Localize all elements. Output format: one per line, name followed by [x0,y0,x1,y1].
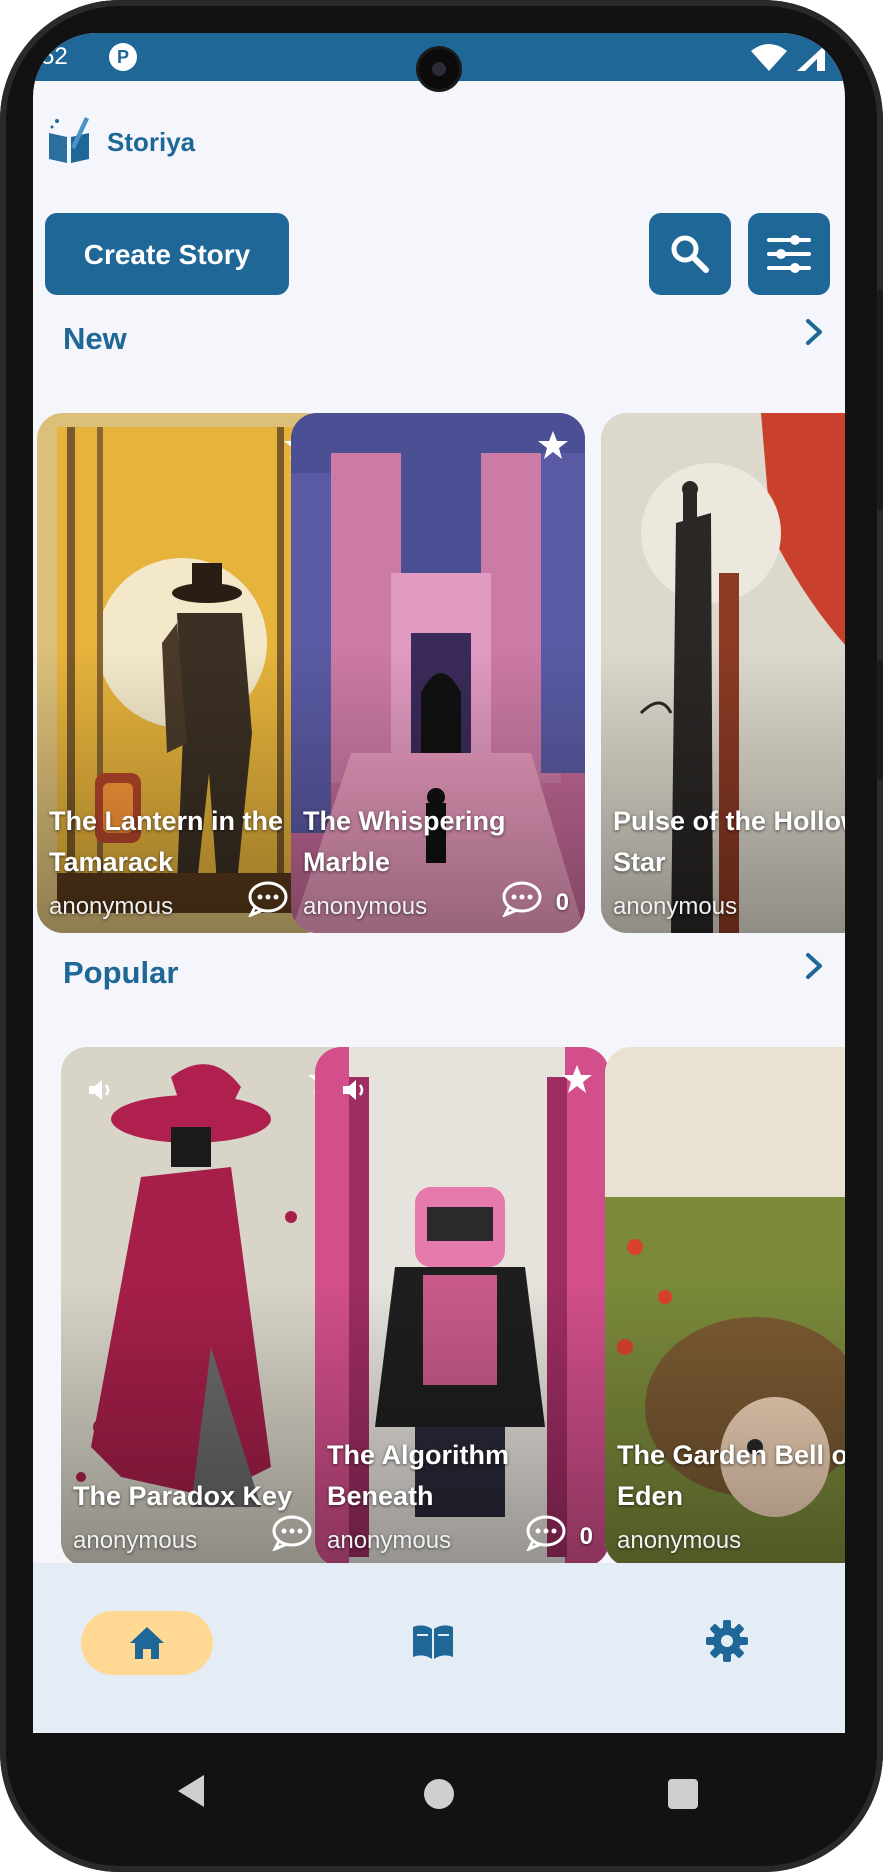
recent-apps-icon[interactable] [668,1779,698,1809]
bottom-navigation [33,1563,845,1733]
section-title-popular: Popular [63,955,179,990]
home-circle-icon[interactable] [424,1779,454,1809]
story-author: anonymous [303,893,428,920]
home-icon [130,1627,164,1659]
story-card[interactable]: Pulse of the Hollow Star anonymous [601,413,845,933]
story-author: anonymous [49,893,174,920]
book-icon[interactable] [411,1621,455,1661]
story-author: anonymous [617,1527,742,1554]
open-book-quill-icon [49,117,89,163]
power-button [877,660,883,780]
chevron-right-icon[interactable] [803,951,827,981]
speaker-icon[interactable] [85,1075,115,1105]
gear-icon[interactable] [705,1619,749,1663]
story-card[interactable]: The Garden Bell of Eden anonymous [605,1047,845,1567]
app-title: Storiya [107,127,196,157]
card-shade [601,647,845,933]
story-title: Pulse of the Hollow Star [613,806,845,877]
comment-icon [502,881,542,917]
front-camera [419,49,459,89]
speaker-icon[interactable] [339,1075,369,1105]
story-title: The Whispering Marble [303,806,506,877]
status-time: 52 [41,43,68,70]
nav-home-button[interactable] [81,1611,213,1675]
star-icon[interactable] [561,1063,593,1095]
story-card[interactable]: The Paradox Key anonymous 0 [61,1047,355,1567]
notification-app-icon: P [109,43,137,71]
signal-wifi-icon [751,44,825,71]
story-author: anonymous [327,1527,452,1554]
card-shade [605,1281,845,1567]
star-icon[interactable] [537,429,569,461]
create-story-button[interactable]: Create Story [45,213,289,295]
volume-button [877,290,883,510]
story-author: anonymous [73,1527,198,1554]
story-title: The Lantern in the Tamarack [49,806,284,877]
back-icon[interactable] [174,1771,208,1811]
comment-icon [248,881,288,917]
filter-button[interactable] [748,213,830,295]
story-title: The Algorithm Beneath [327,1440,509,1511]
comment-count: 0 [579,1523,593,1550]
search-button[interactable] [649,213,731,295]
story-card[interactable]: The Whispering Marble anonymous 0 [291,413,585,933]
system-navigation-bar [0,1733,883,1838]
chevron-right-icon[interactable] [803,317,827,347]
sliders-icon [767,235,811,273]
story-author: anonymous [613,893,738,920]
story-card[interactable]: The Lantern in the Tamarack anonymous 0 [37,413,331,933]
story-title: The Garden Bell of Eden [617,1440,845,1511]
search-icon [671,235,709,273]
app-screen: 52 P Storiya Create Story New The Lanter… [33,33,845,1733]
app-header: Storiya [47,113,447,169]
story-title: The Paradox Key [73,1481,293,1511]
story-card[interactable]: The Algorithm Beneath anonymous 0 [315,1047,609,1567]
comment-icon [272,1515,312,1551]
comment-icon [526,1515,566,1551]
comment-count: 0 [555,889,569,916]
section-title-new: New [63,321,127,356]
